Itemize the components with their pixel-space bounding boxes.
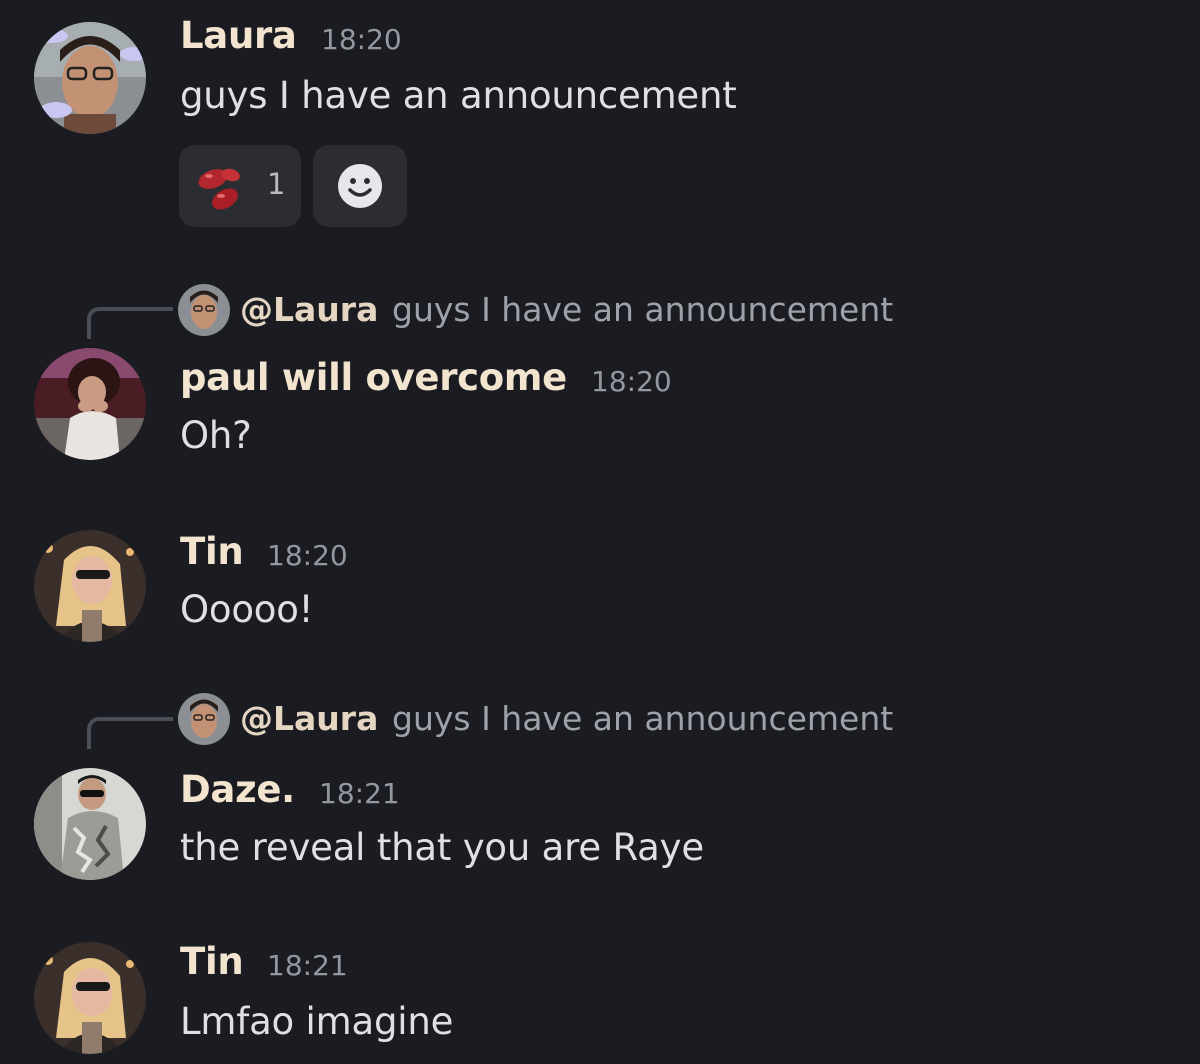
- avatar-tin[interactable]: [34, 530, 146, 642]
- add-reaction-button[interactable]: [313, 145, 407, 227]
- timestamp: 18:21: [319, 777, 400, 810]
- reply-preview[interactable]: @Laura guys I have an announcement: [0, 690, 1200, 750]
- message-text: guys I have an announcement: [180, 74, 737, 117]
- avatar-daze[interactable]: [34, 768, 146, 880]
- reply-text: guys I have an announcement: [392, 699, 894, 738]
- reply-mention[interactable]: @Laura: [240, 699, 378, 738]
- username[interactable]: Tin: [180, 940, 244, 983]
- reaction-beans[interactable]: 1: [179, 145, 301, 227]
- timestamp: 18:21: [267, 949, 348, 982]
- message-text: Lmfao imagine: [180, 1000, 454, 1043]
- avatar-laura[interactable]: [34, 22, 146, 134]
- reply-avatar-laura: [178, 693, 230, 745]
- timestamp: 18:20: [321, 23, 402, 56]
- reply-text: guys I have an announcement: [392, 290, 894, 329]
- smile-icon: [338, 164, 382, 208]
- chat-message-list[interactable]: Laura 18:20 guys I have an announcement …: [0, 0, 1200, 1064]
- reply-avatar-laura: [178, 284, 230, 336]
- avatar-paul-will-overcome[interactable]: [34, 348, 146, 460]
- reply-connector: [87, 717, 173, 749]
- message-text: Oh?: [180, 414, 252, 457]
- avatar-tin[interactable]: [34, 942, 146, 1054]
- username[interactable]: Daze.: [180, 768, 295, 811]
- beans-icon: [198, 168, 240, 210]
- username[interactable]: paul will overcome: [180, 356, 567, 399]
- reply-connector: [87, 307, 173, 339]
- timestamp: 18:20: [267, 539, 348, 572]
- reaction-count: 1: [267, 167, 286, 201]
- timestamp: 18:20: [591, 365, 672, 398]
- reply-mention[interactable]: @Laura: [240, 290, 378, 329]
- message-text: Ooooo!: [180, 588, 314, 631]
- reply-preview[interactable]: @Laura guys I have an announcement: [0, 280, 1200, 340]
- message-text: the reveal that you are Raye: [180, 826, 704, 869]
- username[interactable]: Tin: [180, 530, 244, 573]
- username[interactable]: Laura: [180, 14, 297, 57]
